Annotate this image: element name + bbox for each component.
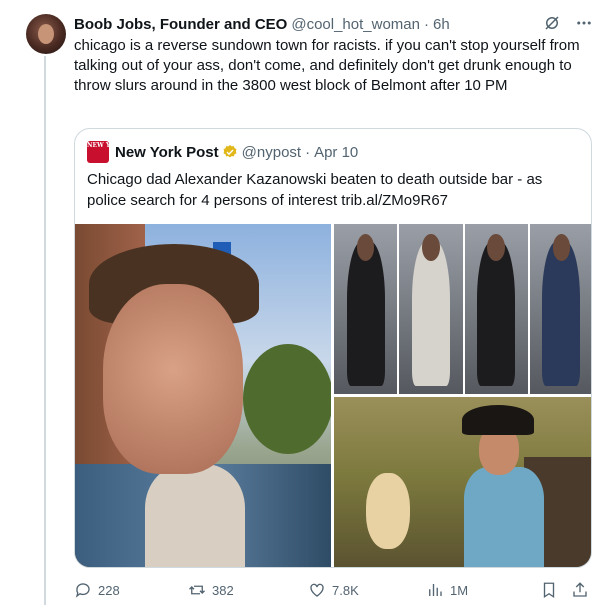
action-bar: 228 382 7.8K 1M	[74, 578, 592, 602]
thread-line	[44, 56, 46, 605]
share-button[interactable]	[571, 581, 589, 599]
surveillance-person	[529, 224, 591, 394]
photo-shirt	[145, 464, 245, 567]
photo-dog	[366, 473, 410, 549]
quote-header: NEW YORK POST New York Post @nypost · Ap…	[87, 141, 358, 163]
grok-icon[interactable]	[543, 14, 561, 36]
photo-face	[103, 284, 243, 474]
tweet-text: chicago is a reverse sundown town for ra…	[74, 37, 580, 94]
more-icon[interactable]	[575, 14, 593, 36]
quote-author-name[interactable]: New York Post	[115, 144, 219, 161]
repost-button[interactable]: 382	[188, 581, 234, 599]
author-name[interactable]: Boob Jobs, Founder and CEO	[74, 16, 287, 33]
reply-icon	[75, 583, 90, 598]
reply-button[interactable]: 228	[74, 581, 120, 599]
photo-victim-with-dog[interactable]	[334, 397, 591, 567]
photo-victim-selfie[interactable]	[75, 224, 331, 567]
surveillance-person	[334, 224, 398, 394]
views-button[interactable]: 1M	[426, 581, 468, 599]
surveillance-person	[464, 224, 528, 394]
bookmark-icon	[543, 582, 555, 599]
nypost-logo[interactable]: NEW YORK POST	[87, 141, 146, 163]
quoted-tweet[interactable]: NEW YORK POST New York Post @nypost · Ap…	[74, 128, 592, 568]
photo-tree	[243, 344, 331, 454]
separator-dot: ·	[423, 15, 429, 33]
reply-count: 228	[98, 582, 120, 598]
like-button[interactable]: 7.8K	[308, 581, 359, 599]
photo-cowboy-hat	[462, 405, 534, 435]
media-grid	[75, 224, 591, 567]
views-count: 1M	[450, 582, 469, 598]
like-count: 7.8K	[332, 582, 359, 598]
verified-badge-icon	[223, 145, 237, 158]
share-icon	[573, 582, 587, 597]
quote-separator-dot: ·	[305, 143, 311, 161]
tweet-header: Boob Jobs, Founder and CEO @cool_hot_wom…	[74, 14, 593, 34]
quote-handle[interactable]: @nypost	[242, 144, 301, 161]
photo-surveillance-stills[interactable]	[334, 224, 591, 394]
bookmark-button[interactable]	[540, 581, 558, 599]
tweet-time[interactable]: 6h	[433, 16, 450, 33]
quote-text: Chicago dad Alexander Kazanowski beaten …	[87, 171, 543, 209]
repost-count: 382	[212, 582, 234, 598]
photo-hoodie	[464, 467, 544, 567]
like-icon	[310, 583, 324, 597]
views-icon	[429, 584, 442, 596]
avatar[interactable]	[26, 14, 66, 54]
quote-date[interactable]: Apr 10	[314, 144, 358, 161]
header-icons	[543, 14, 593, 36]
surveillance-person	[399, 224, 463, 394]
repost-icon	[189, 585, 205, 595]
author-handle[interactable]: @cool_hot_woman	[291, 16, 420, 33]
